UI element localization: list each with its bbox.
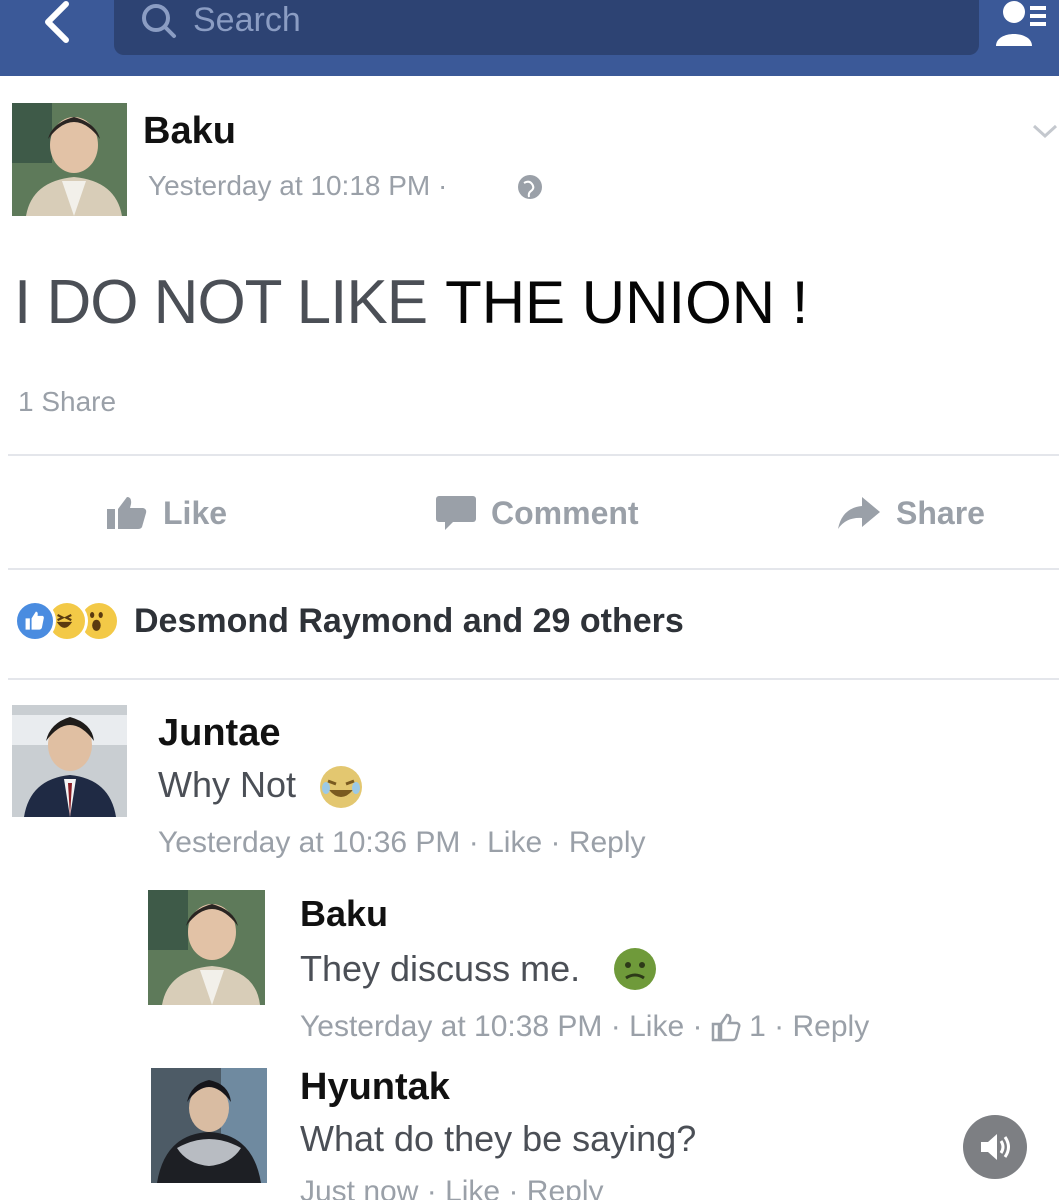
like-label: Like bbox=[163, 494, 228, 531]
comment-text: Why Not bbox=[158, 764, 296, 806]
reply-like-link[interactable]: Like bbox=[629, 1010, 684, 1044]
nauseated-emoji-icon bbox=[612, 946, 658, 992]
like-icon bbox=[107, 497, 147, 529]
reply-text: They discuss me. bbox=[300, 948, 581, 989]
speaker-icon bbox=[981, 1134, 1010, 1160]
comment-author-name[interactable]: Juntae bbox=[158, 712, 280, 755]
comment-meta: Yesterday at 10:36 PM · Like · Reply bbox=[158, 826, 646, 859]
reply-text: What do they be saying? bbox=[300, 1118, 697, 1159]
comment-button[interactable]: Comment bbox=[435, 488, 639, 538]
reply-like-count: 1 bbox=[749, 1010, 766, 1043]
reactions-text[interactable]: Desmond Raymond and 29 others bbox=[134, 602, 684, 641]
reply-meta: Just now · Like · Reply bbox=[300, 1175, 603, 1200]
share-arrow-icon bbox=[838, 497, 880, 529]
comment-timestamp[interactable]: Yesterday at 10:36 PM bbox=[158, 826, 460, 859]
reply-reply-link[interactable]: Reply bbox=[527, 1175, 604, 1200]
reply-author-name[interactable]: Baku bbox=[300, 893, 388, 935]
reply-meta: Yesterday at 10:38 PM · Like · 1 · Reply bbox=[300, 1010, 870, 1044]
reply-avatar[interactable] bbox=[148, 890, 265, 1005]
share-label: Share bbox=[896, 494, 985, 531]
top-navigation-bar: Search bbox=[0, 0, 1059, 76]
back-arrow-icon[interactable] bbox=[34, 0, 84, 50]
comment-reply-link[interactable]: Reply bbox=[569, 826, 646, 859]
comment-label: Comment bbox=[491, 494, 639, 531]
reply-timestamp[interactable]: Just now bbox=[300, 1175, 418, 1200]
reply-timestamp[interactable]: Yesterday at 10:38 PM bbox=[300, 1010, 602, 1044]
reply-reply-link[interactable]: Reply bbox=[793, 1010, 870, 1044]
reactions-summary[interactable]: Desmond Raymond and 29 others bbox=[14, 596, 684, 646]
divider bbox=[8, 568, 1059, 570]
reply-author-name[interactable]: Hyuntak bbox=[300, 1066, 450, 1109]
timestamp-text[interactable]: Yesterday at 10:18 PM bbox=[148, 170, 430, 201]
thumbs-up-icon bbox=[711, 1013, 741, 1042]
post-timestamp: Yesterday at 10:18 PM · bbox=[148, 170, 447, 202]
reply-like-link[interactable]: Like bbox=[445, 1175, 500, 1200]
divider bbox=[8, 678, 1059, 680]
share-button[interactable]: Share bbox=[836, 488, 985, 538]
commenter-avatar[interactable] bbox=[12, 705, 127, 817]
post-content: I DO NOT LIKE THE UNION ! bbox=[14, 268, 808, 338]
speaker-button[interactable] bbox=[963, 1115, 1027, 1179]
post-text-original: I DO NOT LIKE bbox=[14, 268, 428, 337]
like-button[interactable]: Like bbox=[105, 488, 227, 538]
meta-separator: · bbox=[438, 170, 448, 201]
divider bbox=[8, 454, 1059, 456]
share-count[interactable]: 1 Share bbox=[18, 386, 116, 418]
search-placeholder: Search bbox=[193, 1, 301, 39]
friend-requests-icon[interactable] bbox=[992, 0, 1047, 48]
like-reaction-icon bbox=[14, 600, 56, 642]
globe-icon bbox=[517, 174, 543, 200]
comment-like-link[interactable]: Like bbox=[487, 826, 542, 859]
chevron-down-icon[interactable] bbox=[1030, 120, 1059, 142]
comment-text-content: Why Not bbox=[158, 764, 297, 805]
comment-icon bbox=[436, 496, 476, 530]
post-author-name[interactable]: Baku bbox=[143, 110, 236, 153]
author-avatar[interactable] bbox=[12, 103, 127, 216]
post-text-overlay: THE UNION ! bbox=[445, 269, 809, 336]
search-icon bbox=[138, 2, 182, 42]
reply-avatar[interactable] bbox=[151, 1068, 267, 1183]
laughing-emoji-icon bbox=[318, 764, 364, 810]
